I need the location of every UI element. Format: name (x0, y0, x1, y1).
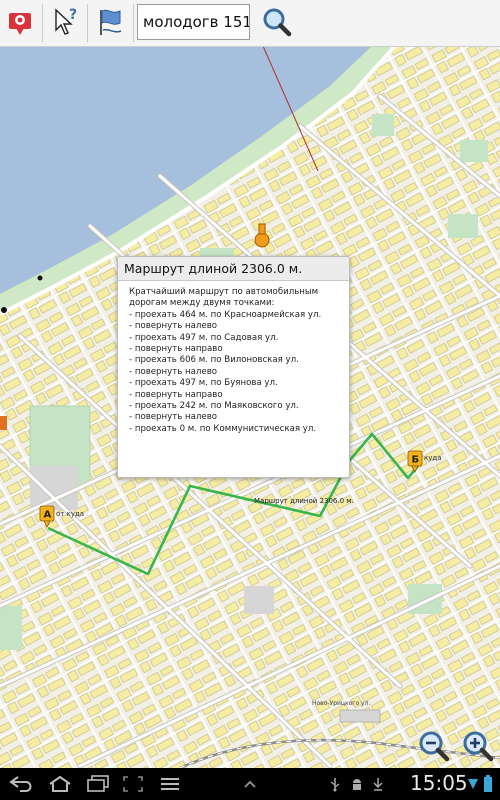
system-navigation-bar: 15:05 (0, 768, 500, 800)
recent-apps-button[interactable] (84, 774, 112, 794)
poi-marker (0, 416, 7, 430)
route-step: - проехать 497 м. по Садовая ул. (129, 332, 279, 343)
system-clock: 15:05 (410, 771, 468, 795)
street-map-label: Ново-Урицкого ул. (312, 700, 370, 707)
home-button[interactable] (46, 774, 74, 794)
marker-b-letter: Б (412, 455, 420, 466)
help-cursor-icon: ? (55, 7, 77, 35)
help-cursor-button[interactable]: ? (45, 2, 85, 42)
back-icon (9, 776, 32, 792)
station-building (339, 709, 381, 723)
route-intro-line: Кратчайший маршрут по автомобильным (129, 287, 319, 297)
marker-a-letter: А (44, 510, 52, 521)
menu-button[interactable] (158, 774, 182, 794)
usb-indicator (326, 774, 344, 794)
grey-plaza (30, 466, 78, 510)
back-button[interactable] (8, 774, 36, 794)
route-step: - повернуть налево (129, 412, 218, 423)
map-pin-button[interactable] (0, 2, 40, 42)
toolbar-divider (87, 4, 88, 42)
map-pin-icon (9, 13, 31, 35)
zoom-out-icon (419, 731, 450, 762)
marker-a-label: от куда (56, 510, 84, 518)
usb-icon (330, 778, 340, 792)
route-step: - повернуть налево (129, 321, 218, 332)
screenshot-button[interactable] (120, 774, 146, 794)
toolbar-divider (133, 4, 134, 42)
battery-icon (484, 775, 492, 792)
search-icon (263, 8, 292, 37)
route-step: - проехать 464 м. по Красноармейская ул. (129, 309, 322, 320)
android-indicator (348, 774, 366, 794)
signal-icon (468, 779, 478, 789)
route-map-label: Маршрут длиной 2306.0 м. (254, 497, 354, 505)
route-step: - проехать 497 м. по Буянова ул. (129, 378, 278, 389)
popup-title: Маршрут длиной 2306.0 м. (118, 257, 349, 281)
route-steps-list: - проехать 464 м. по Красноармейская ул.… (129, 310, 349, 435)
route-step: - проехать 0 м. по Коммунистическая ул. (129, 423, 317, 434)
top-toolbar: ? молодогв 151 (0, 0, 500, 47)
battery-indicator (482, 774, 494, 794)
route-step: - повернуть налево (129, 366, 218, 377)
search-input[interactable]: молодогв 151 (137, 4, 250, 40)
recent-apps-icon (87, 775, 109, 792)
route-info-popup[interactable]: Маршрут длиной 2306.0 м. Кратчайший марш… (117, 256, 350, 478)
home-icon (49, 775, 71, 792)
park-area (0, 606, 22, 650)
screenshot-icon (123, 776, 143, 792)
park-area (460, 140, 488, 162)
search-button[interactable] (257, 2, 297, 42)
shore-point (1, 307, 7, 313)
route-step: - повернуть направо (129, 389, 223, 400)
zoom-in-icon (463, 731, 494, 762)
svg-text:?: ? (69, 7, 77, 23)
menu-icon (161, 778, 179, 790)
marker-b-label: куда (424, 454, 442, 462)
shore-point (37, 275, 43, 281)
route-step: - повернуть направо (129, 344, 223, 355)
expand-bar-button[interactable] (240, 774, 260, 794)
zoom-out-button[interactable] (416, 728, 452, 764)
park-area (448, 214, 478, 238)
route-intro-line: дорогам между двумя точками: (129, 298, 275, 309)
flag-button[interactable] (89, 2, 129, 42)
flag-icon (100, 9, 122, 35)
download-indicator (370, 774, 386, 794)
grey-plaza (244, 586, 274, 614)
signal-indicator (466, 774, 480, 794)
download-icon (373, 778, 383, 791)
chevron-up-icon (244, 780, 256, 788)
route-step: - проехать 242 м. по Маяковского ул. (129, 401, 299, 412)
toolbar-divider (42, 4, 43, 42)
park-area (372, 114, 394, 136)
route-step: - проехать 606 м. по Вилоновская ул. (129, 355, 299, 366)
android-icon (353, 779, 361, 790)
popup-body: Кратчайший маршрут по автомобильным доро… (118, 281, 349, 435)
zoom-in-button[interactable] (460, 728, 496, 764)
